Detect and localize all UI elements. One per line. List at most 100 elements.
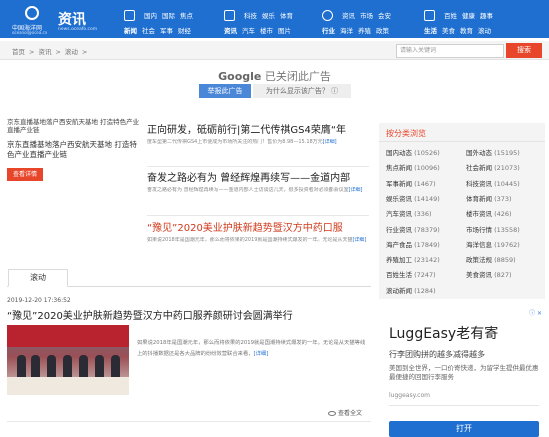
category-link[interactable]: 娱乐资讯 (14149)	[386, 193, 440, 203]
nav-row: 科技 娱乐 体育	[244, 10, 298, 20]
news-more-link[interactable]: [详细]	[349, 187, 363, 193]
category-link[interactable]: 楼市资讯 (426)	[466, 208, 512, 218]
view-full-article[interactable]: 查看全文	[328, 408, 362, 417]
nav-row: 百姓 健康 趣事	[444, 10, 498, 20]
category-link[interactable]: 行业资讯 (78379)	[386, 224, 440, 234]
category-link[interactable]: 汽车资讯 (336)	[386, 208, 432, 218]
ad-title[interactable]: LuggEasy老有寄	[389, 323, 498, 343]
ad-choices-icon[interactable]: ⓘ ✕	[529, 308, 542, 317]
nav-category[interactable]: 资讯	[224, 27, 237, 35]
news-more-link[interactable]: [详细]	[352, 237, 366, 243]
news-item: “豫见”2020美业护肤新趋势暨汉方中药口服 如果说2018年是国潮元年，那么而…	[147, 222, 372, 244]
nav-category[interactable]: 行业	[322, 27, 335, 35]
breadcrumb-link-scroll[interactable]: 滚动	[65, 48, 78, 56]
nav-link[interactable]: 楼市	[260, 27, 273, 35]
nav-link[interactable]: 焦点	[180, 12, 193, 20]
nav-link[interactable]: 海洋	[340, 27, 353, 35]
site-logo[interactable]: 中国海洋网 oceanol@ocea.cn	[12, 6, 52, 35]
search-button[interactable]: 搜索	[506, 43, 542, 58]
nav-category[interactable]: 新闻	[124, 27, 137, 35]
category-link[interactable]: 海洋信息 (19762)	[466, 239, 520, 249]
category-name: 滚动新闻	[386, 286, 412, 295]
why-this-ad-button[interactable]: 为什么显示该广告？ ⓘ	[253, 84, 351, 98]
feature-title[interactable]: 京东直播基地落户西安航天基地 打造特色产业直播产业链	[7, 140, 142, 160]
breadcrumb-link-info[interactable]: 资讯	[38, 48, 51, 56]
ad-closed-title: Google 已关闭此广告	[0, 68, 549, 84]
nav-link[interactable]: 健康	[462, 12, 475, 20]
nav-category[interactable]: 生活	[424, 27, 437, 35]
category-link[interactable]: 焦点新闻 (10096)	[386, 162, 440, 172]
nav-link[interactable]: 财经	[178, 27, 191, 35]
nav-group-life: 百姓 健康 趣事 生活 美食 教育 滚动	[424, 8, 546, 35]
category-count: (10526)	[414, 149, 440, 157]
nav-link[interactable]: 美食	[442, 27, 455, 35]
category-link[interactable]: 海产食品 (17849)	[386, 239, 440, 249]
category-link[interactable]: 体育新闻 (373)	[466, 193, 512, 203]
nav-link[interactable]: 国内	[144, 12, 157, 20]
article-thumbnail[interactable]	[7, 325, 129, 395]
report-ad-button[interactable]: 举报此广告	[199, 84, 251, 98]
category-name: 国内动态	[386, 149, 412, 157]
news-more-link[interactable]: [详细]	[323, 139, 337, 145]
nav-link[interactable]: 养殖	[358, 27, 371, 35]
category-name: 军事新闻	[386, 179, 412, 188]
nav-link[interactable]: 百姓	[444, 12, 457, 20]
search-input[interactable]: 请输入关键词	[396, 44, 504, 58]
nav-link[interactable]: 国际	[162, 12, 175, 20]
article-more-link[interactable]: [详细]	[254, 351, 269, 357]
category-count: (23142)	[414, 256, 440, 265]
divider	[389, 405, 539, 406]
category-name: 楼市资讯	[466, 210, 492, 219]
category-link[interactable]: 百姓生活 (7247)	[386, 269, 436, 279]
sidebar-ad[interactable]: ⓘ ✕ LuggEasy老有寄 行李团购拼的越多减得越多 美国到全世界，一口价寄…	[379, 307, 545, 437]
category-count: (10096)	[414, 164, 440, 173]
tab-scroll[interactable]: 滚动	[8, 269, 68, 287]
news-item: 正向研发，砥砺前行|第二代传祺GS4荣膺“年 度车型第二代传祺GS4上市便成为市…	[147, 124, 372, 146]
category-link[interactable]: 社会新闻 (21073)	[466, 162, 520, 172]
nav-link[interactable]: 政策	[376, 27, 389, 35]
nav-link[interactable]: 汽车	[242, 27, 255, 35]
nav-link[interactable]: 军事	[160, 27, 173, 35]
article-title[interactable]: “豫见”2020美业护肤新趋势暨汉方中药口服养颜研讨会圆满举行	[7, 307, 293, 322]
category-link[interactable]: 国外动态 (15195)	[466, 147, 520, 157]
nav-link[interactable]: 资讯	[342, 12, 355, 20]
nav-link[interactable]: 社会	[142, 27, 155, 35]
feature-image[interactable]: 京东直播基地落户西安航天基地 打造特色产业直播产业链	[7, 118, 142, 134]
nav-link[interactable]: 趣事	[480, 12, 493, 20]
view-full-label: 查看全文	[338, 410, 363, 417]
nav-link[interactable]: 科技	[244, 12, 257, 20]
nav-link[interactable]: 滚动	[478, 27, 491, 35]
category-count: (10445)	[494, 179, 520, 188]
ad-open-button[interactable]: 打开	[389, 421, 539, 437]
tab-bar: 滚动	[7, 269, 371, 287]
gear-icon	[322, 10, 333, 21]
category-link[interactable]: 政策法规 (8859)	[466, 254, 516, 264]
category-link[interactable]: 国内动态 (10526)	[386, 147, 440, 157]
nav-link[interactable]: 会安	[378, 12, 391, 20]
news-item: 奋发之路必有为 曾经辉煌再续写——金道内部 奋发之路必有为 曾经辉煌再续写——金…	[147, 172, 372, 194]
nav-link[interactable]: 图片	[278, 27, 291, 35]
news-desc: 度车型第二代传祺GS4上市便成为市场所关注的热门！售价为8.98—15.18万元…	[147, 139, 372, 146]
category-link[interactable]: 科技资讯 (10445)	[466, 178, 520, 188]
category-link[interactable]: 市场行情 (13558)	[466, 224, 520, 234]
chat-icon	[424, 10, 435, 21]
nav-link[interactable]: 市场	[360, 12, 373, 20]
site-title[interactable]: 资讯	[58, 9, 86, 29]
nav-link[interactable]: 娱乐	[262, 12, 275, 20]
nav-link[interactable]: 教育	[460, 27, 473, 35]
nav-link[interactable]: 体育	[280, 12, 293, 20]
category-name: 科技资讯	[466, 179, 492, 188]
news-title[interactable]: 奋发之路必有为 曾经辉煌再续写——金道内部	[147, 172, 372, 185]
category-link[interactable]: 军事新闻 (1467)	[386, 178, 436, 188]
news-title[interactable]: 正向研发，砥砺前行|第二代传祺GS4荣膺“年	[147, 124, 372, 137]
image-table	[7, 377, 129, 395]
category-link[interactable]: 滚动新闻 (1284)	[386, 285, 436, 295]
breadcrumb: 首页 > 资讯 > 滚动 >	[12, 46, 91, 56]
google-label: Google	[218, 70, 262, 83]
news-title[interactable]: “豫见”2020美业护肤新趋势暨汉方中药口服	[147, 222, 372, 235]
view-details-button[interactable]: 查看详情	[7, 168, 43, 181]
ad-body: 美国到全世界，一口价寄快递，为留学生提供最优惠最便捷的回国行李服务	[389, 364, 539, 381]
category-link[interactable]: 养殖加工 (23142)	[386, 254, 440, 264]
category-link[interactable]: 美食资讯 (827)	[466, 269, 512, 279]
breadcrumb-link-home[interactable]: 首页	[12, 48, 25, 56]
